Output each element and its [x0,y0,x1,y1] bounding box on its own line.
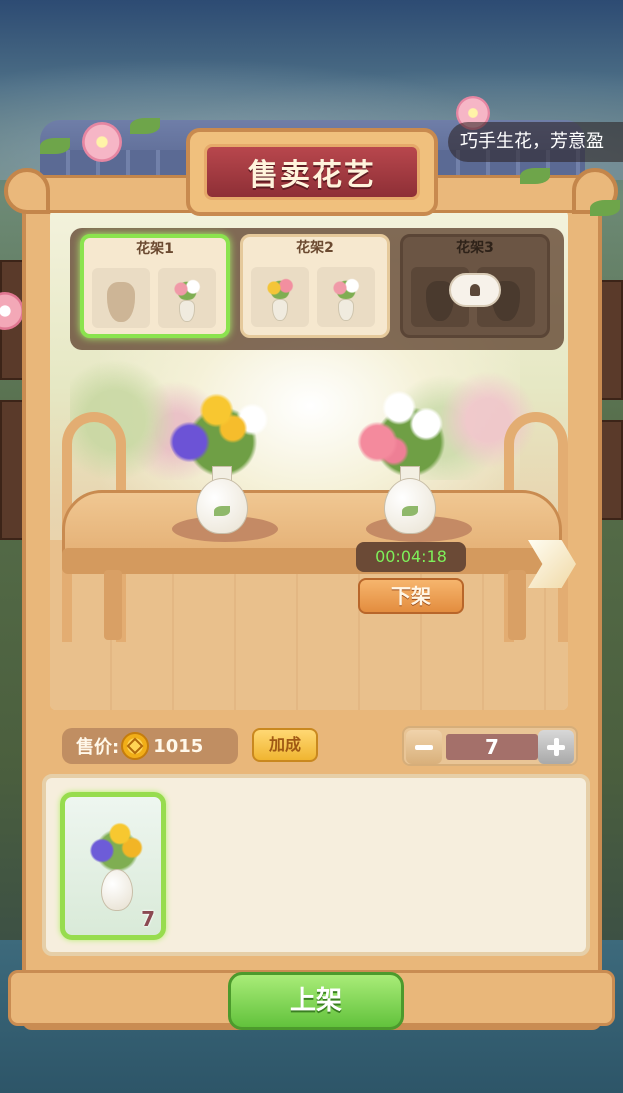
empty-vase-icon [107,282,135,322]
unshelve-button[interactable]: 下架 [358,578,464,614]
shelf-tab-label: 花架1 [136,241,174,257]
tab-shelf-1[interactable]: 花架1 [80,234,230,338]
display-vase-right[interactable] [356,388,464,538]
tab-shelf-2[interactable]: 花架2 [240,234,390,338]
plus-icon[interactable] [538,730,574,764]
coin-icon [121,732,150,760]
marquee-banner: 巧手生花，芳意盈 [448,122,623,162]
title-banner: 售卖花艺 [204,144,420,200]
bonus-button[interactable]: 加成 [252,728,318,762]
table-leg [508,570,526,640]
lock-icon [449,273,501,307]
display-vase-left[interactable] [168,388,276,538]
pink-flower-icon [82,122,122,162]
shelf-slot-filled [158,268,216,328]
shelf-tab-label: 花架2 [296,240,334,256]
shelf-slot-empty [92,268,150,328]
leaf-icon [520,168,550,184]
bouquet-icon [170,278,204,324]
inventory-item-count: 7 [141,907,155,931]
shelf-tab-panel: 花架1 花架2 花架3 [70,228,564,350]
bouquet-icon [263,277,297,323]
bouquet-icon [87,817,147,927]
price-label: 售价: [76,737,120,758]
inventory-item[interactable]: 7 [60,792,166,940]
title-plaque: 售卖花艺 [186,128,438,216]
table-leg [104,570,122,640]
shelf-tab-label: 花架3 [456,240,494,256]
sale-timer: 00:04:18 [356,542,466,572]
inventory-panel: 7 [42,774,590,956]
leaf-icon [130,118,160,134]
marquee-text: 巧手生花，芳意盈 [460,131,604,152]
quantity-value[interactable]: 7 [446,734,538,760]
tab-shelf-3[interactable]: 花架3 [400,234,550,338]
leaf-icon [40,138,70,154]
price-display: 售价: 1015 [62,728,238,764]
minus-icon[interactable] [406,730,442,764]
price-value: 1015 [153,735,204,757]
shelf-slot-filled [317,267,375,327]
table-edge [62,548,562,574]
leaf-icon [590,200,620,216]
roof-corner-left [4,168,50,214]
quantity-stepper: 7 [402,726,578,766]
bouquet-icon [329,277,363,323]
page-title: 售卖花艺 [248,158,376,193]
shelf-slot-filled [251,267,309,327]
shelve-button[interactable]: 上架 [228,972,404,1030]
